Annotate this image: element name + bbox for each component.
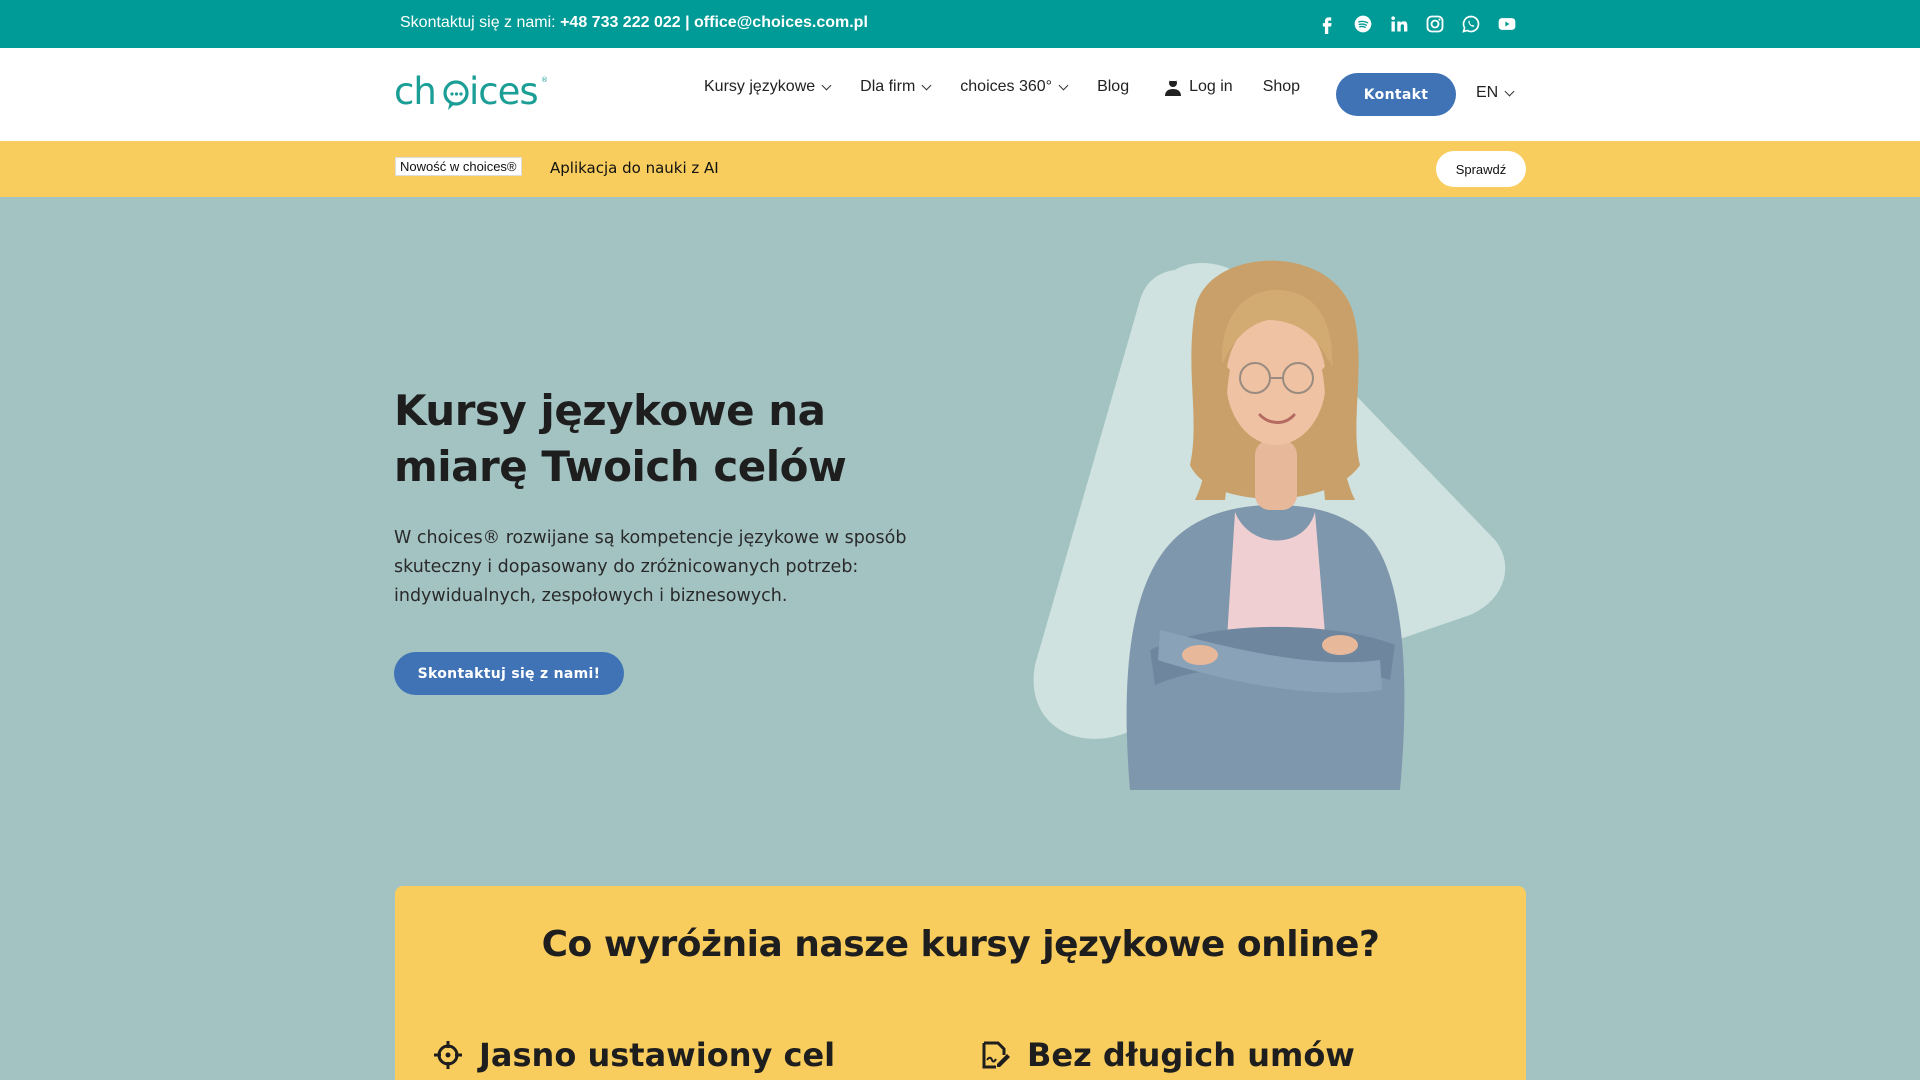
main-nav: Kursy językowe Dla firm choices 360° Blo… — [704, 78, 1300, 96]
youtube-icon[interactable] — [1496, 13, 1518, 35]
hero-description: W choices® rozwijane są kompetencje języ… — [394, 528, 907, 606]
nav-blog[interactable]: Blog — [1097, 78, 1129, 96]
instagram-icon[interactable] — [1424, 13, 1446, 35]
email-link[interactable]: office@choices.com.pl — [694, 14, 868, 31]
svg-text:ices: ices — [469, 70, 538, 113]
nav-label: Kursy językowe — [704, 78, 816, 95]
nav-kursy-jezykowe[interactable]: Kursy językowe — [704, 78, 832, 96]
sprawdz-button[interactable]: Sprawdź — [1436, 151, 1526, 187]
kontakt-button[interactable]: Kontakt — [1336, 73, 1456, 116]
nav-choices-360[interactable]: choices 360° — [960, 78, 1069, 96]
hero-contact-button[interactable]: Skontaktuj się z nami! — [394, 652, 624, 695]
announcement-bar: Nowość w choices® Aplikacja do nauki z A… — [0, 141, 1920, 197]
hero-image — [1033, 260, 1506, 790]
features-title: Co wyróżnia nasze kursy językowe online? — [541, 924, 1380, 965]
feature-label: Jasno ustawiony cel — [479, 1036, 836, 1074]
phone-link[interactable]: +48 733 222 022 — [560, 14, 681, 31]
crosshair-icon — [434, 1041, 462, 1069]
nav-label: choices 360° — [960, 78, 1053, 95]
chevron-down-icon — [1058, 80, 1069, 90]
nav-label: Dla firm — [860, 78, 916, 95]
user-icon — [1165, 79, 1182, 96]
contact-info: Skontaktuj się z nami: +48 733 222 022 |… — [400, 14, 868, 32]
language-switcher[interactable]: EN — [1476, 84, 1515, 102]
chevron-down-icon — [821, 80, 832, 90]
social-links — [1316, 13, 1518, 35]
facebook-icon[interactable] — [1316, 13, 1338, 35]
announcement-text: Aplikacja do nauki z AI — [550, 159, 719, 177]
feature-label: Bez długich umów — [1027, 1036, 1355, 1074]
features-card: Co wyróżnia nasze kursy językowe online?… — [395, 886, 1526, 1080]
nav-label: Blog — [1097, 78, 1130, 95]
whatsapp-icon[interactable] — [1460, 13, 1482, 35]
chevron-down-icon — [1504, 86, 1515, 96]
nav-log-in[interactable]: Log in — [1165, 78, 1233, 96]
feature-item: Jasno ustawiony cel — [433, 1036, 835, 1074]
nav-shop[interactable]: Shop — [1263, 78, 1300, 96]
signature-icon — [982, 1041, 1010, 1069]
svg-text:®: ® — [541, 76, 548, 84]
language-label: EN — [1476, 84, 1499, 101]
new-badge: Nowość w choices® — [395, 157, 522, 176]
nav-label: Shop — [1262, 78, 1301, 95]
nav-label: Log in — [1189, 78, 1233, 95]
spotify-icon[interactable] — [1352, 13, 1374, 35]
feature-item: Bez długich umów — [981, 1036, 1355, 1074]
nav-dla-firm[interactable]: Dla firm — [860, 78, 932, 96]
contact-separator: | — [685, 14, 690, 31]
svg-text:ch: ch — [394, 70, 436, 113]
choices-logo[interactable]: ch ices ® — [394, 70, 548, 116]
linkedin-icon[interactable] — [1388, 13, 1410, 35]
contact-prefix: Skontaktuj się z nami: — [400, 14, 556, 31]
chevron-down-icon — [921, 80, 932, 90]
top-contact-bar: Skontaktuj się z nami: +48 733 222 022 |… — [0, 0, 1920, 48]
main-header: ch ices ® Kursy językowe Dla firm choice… — [0, 48, 1920, 141]
hero-title: Kursy językowe na miarę Twoich celów — [394, 386, 847, 491]
